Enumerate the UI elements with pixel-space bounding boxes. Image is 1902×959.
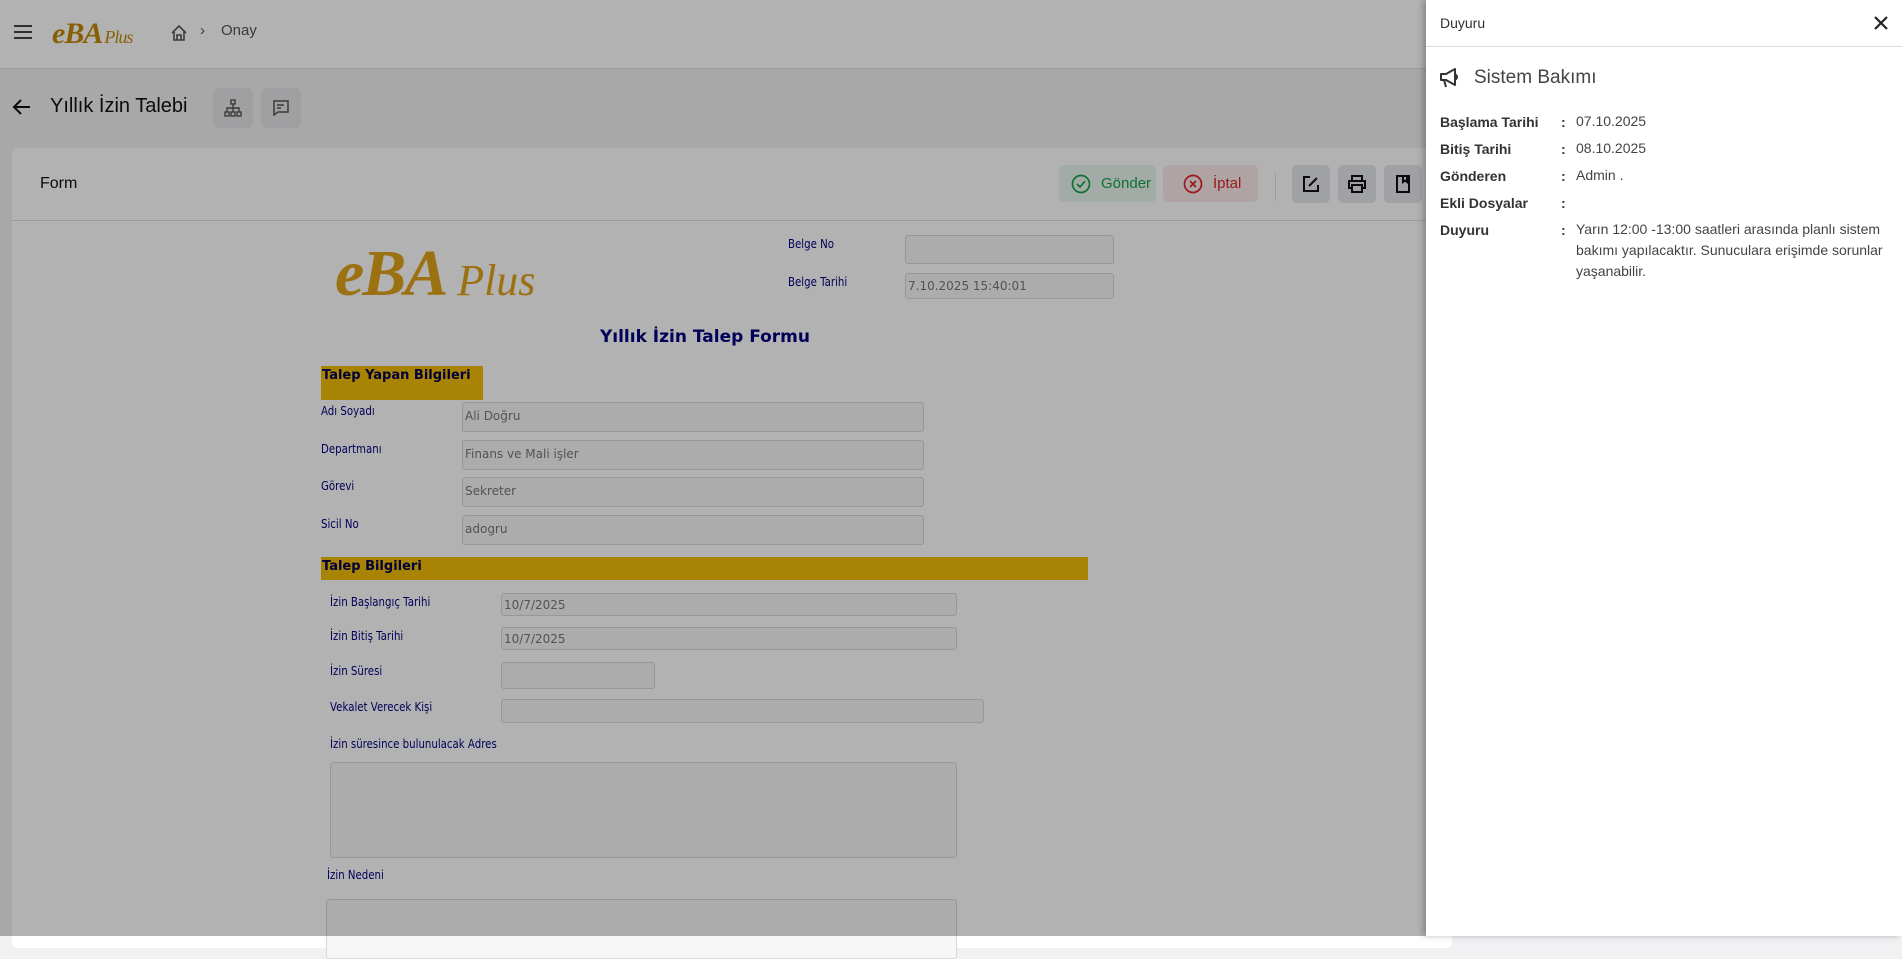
row-label: Bitiş Tarihi xyxy=(1440,141,1512,157)
info-row: Ekli Dosyalar: xyxy=(1440,195,1890,211)
info-row: Gönderen: Admin . xyxy=(1440,167,1890,186)
announcement-panel: Duyuru Sistem Bakımı Başlama Tarihi:07.1… xyxy=(1426,0,1902,936)
row-value: 08.10.2025 xyxy=(1576,140,1647,156)
row-label: Başlama Tarihi xyxy=(1440,114,1539,130)
close-icon[interactable] xyxy=(1874,16,1888,30)
info-row: Bitiş Tarihi:08.10.2025 xyxy=(1440,140,1890,159)
info-row: Duyuru: Yarın 12:00 -13:00 saatleri arası… xyxy=(1440,221,1890,282)
panel-header: Duyuru xyxy=(1426,0,1902,47)
megaphone-icon xyxy=(1440,68,1458,88)
modal-backdrop[interactable] xyxy=(0,0,1426,936)
row-value: Admin . xyxy=(1576,167,1624,183)
row-label: Gönderen xyxy=(1440,168,1507,184)
info-row: Başlama Tarihi:07.10.2025 xyxy=(1440,113,1890,132)
panel-title: Duyuru xyxy=(1440,15,1486,31)
row-label: Duyuru xyxy=(1440,222,1489,238)
row-label: Ekli Dosyalar xyxy=(1440,195,1528,211)
row-value: Yarın 12:00 -13:00 saatleri arasında pla… xyxy=(1576,221,1883,279)
row-value: 07.10.2025 xyxy=(1576,113,1647,129)
announcement-heading: Sistem Bakımı xyxy=(1474,67,1597,88)
row-value xyxy=(1576,192,1890,211)
